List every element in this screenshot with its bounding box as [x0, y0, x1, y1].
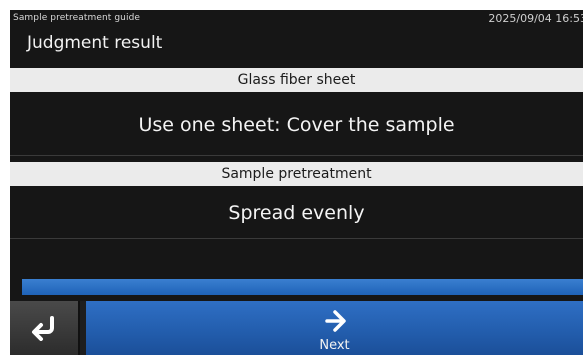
divider: [10, 238, 583, 239]
app-title: Sample pretreatment guide: [13, 13, 141, 23]
next-label: Next: [319, 338, 350, 353]
section-value-sample-pretreatment: Spread evenly: [228, 202, 365, 224]
section-header-glass-fiber-sheet: Glass fiber sheet: [10, 68, 583, 92]
next-button[interactable]: Next: [86, 301, 583, 355]
divider: [10, 155, 583, 156]
progress-bar: [22, 279, 583, 295]
screen: Sample pretreatment guide 2025/09/04 16:…: [10, 10, 583, 355]
back-button[interactable]: [10, 301, 80, 355]
page-title: Judgment result: [27, 33, 163, 53]
bottom-bar: Next: [10, 301, 583, 355]
progress-fill: [22, 279, 583, 295]
status-bar: Sample pretreatment guide 2025/09/04 16:…: [10, 10, 583, 34]
datetime: 2025/09/04 16:53: [488, 12, 583, 25]
section-header-sample-pretreatment: Sample pretreatment: [10, 162, 583, 186]
section-value-glass-fiber-sheet: Use one sheet: Cover the sample: [138, 114, 455, 136]
